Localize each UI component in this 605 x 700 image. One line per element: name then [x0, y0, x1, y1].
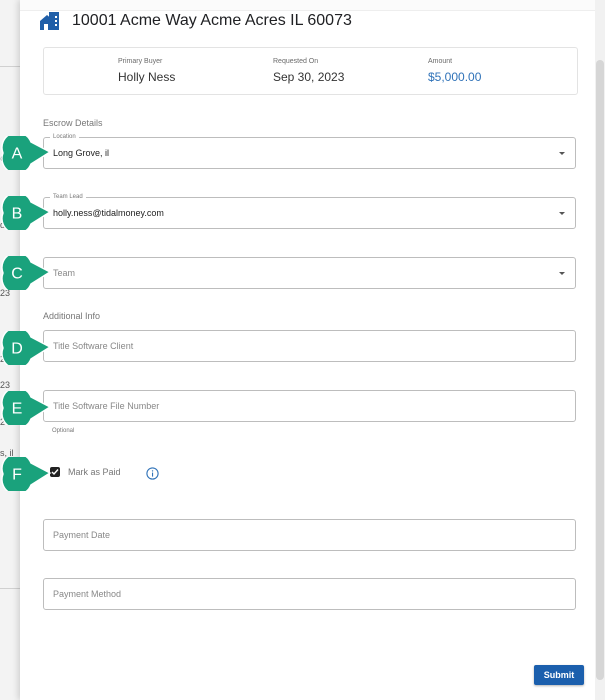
escrow-drawer: 10001 Acme Way Acme Acres IL 60073 Prima…	[20, 0, 605, 700]
background-divider	[0, 66, 22, 67]
amount-value: $5,000.00	[428, 70, 482, 84]
callout-marker-d: D	[0, 331, 54, 365]
title-software-file-number-placeholder: Title Software File Number	[53, 401, 160, 411]
title-software-client-placeholder: Title Software Client	[53, 341, 134, 351]
primary-buyer-summary: Primary Buyer Holly Ness	[118, 58, 175, 84]
background-divider	[0, 588, 22, 589]
title-software-file-number-input[interactable]: Title Software File Number	[43, 390, 576, 422]
scrollbar-thumb[interactable]	[596, 60, 604, 680]
callout-letter: D	[11, 341, 23, 358]
submit-button[interactable]: Submit	[534, 665, 584, 685]
location-label: Location	[50, 133, 79, 142]
mark-as-paid-row: Mark as Paid	[50, 467, 121, 477]
team-placeholder: Team	[53, 268, 76, 278]
scrollbar[interactable]	[595, 0, 605, 700]
drawer-header: 10001 Acme Way Acme Acres IL 60073	[40, 12, 352, 30]
callout-letter: C	[11, 266, 23, 283]
callout-letter: E	[12, 401, 23, 418]
callout-marker-f: F	[0, 457, 54, 491]
team-select[interactable]: Team	[43, 257, 576, 289]
request-summary-card: Primary Buyer Holly Ness Requested On Se…	[43, 47, 578, 95]
callout-letter: B	[12, 206, 23, 223]
payment-method-placeholder: Payment Method	[53, 589, 122, 599]
escrow-details-heading: Escrow Details	[43, 118, 103, 128]
callout-letter: A	[12, 146, 23, 163]
amount-summary: Amount $5,000.00	[428, 58, 481, 84]
callout-marker-c: C	[0, 256, 54, 290]
location-value: Long Grove, il	[53, 148, 110, 158]
title-software-client-input[interactable]: Title Software Client	[43, 330, 576, 362]
requested-on-value: Sep 30, 2023	[273, 70, 345, 84]
optional-helper-text: Optional	[52, 428, 75, 434]
callout-letter: F	[12, 467, 22, 484]
info-icon[interactable]	[146, 467, 159, 480]
mark-as-paid-label: Mark as Paid	[68, 467, 121, 477]
location-select[interactable]: Location Long Grove, il	[43, 133, 576, 169]
callout-marker-a: A	[0, 136, 54, 170]
primary-buyer-value: Holly Ness	[118, 70, 176, 84]
payment-date-placeholder: Payment Date	[53, 530, 111, 540]
requested-on-summary: Requested On Sep 30, 2023	[273, 58, 344, 84]
additional-info-heading: Additional Info	[43, 311, 101, 321]
house-icon	[40, 12, 59, 30]
background-text-fragment: 23	[0, 380, 11, 390]
team-lead-label: Team Lead	[50, 193, 86, 202]
payment-date-input[interactable]: Payment Date	[43, 519, 576, 551]
chevron-down-icon	[559, 212, 565, 215]
callout-marker-e: E	[0, 391, 54, 425]
chevron-down-icon	[559, 152, 565, 155]
property-title: 10001 Acme Way Acme Acres IL 60073	[72, 12, 352, 29]
payment-method-input[interactable]: Payment Method	[43, 578, 576, 610]
callout-marker-b: B	[0, 196, 54, 230]
primary-buyer-label: Primary Buyer	[118, 58, 163, 65]
amount-label: Amount	[428, 58, 453, 65]
requested-on-label: Requested On	[273, 58, 319, 65]
chevron-down-icon	[559, 272, 565, 275]
team-lead-select[interactable]: Team Lead holly.ness@tidalmoney.com	[43, 193, 576, 229]
team-lead-value: holly.ness@tidalmoney.com	[53, 208, 164, 218]
